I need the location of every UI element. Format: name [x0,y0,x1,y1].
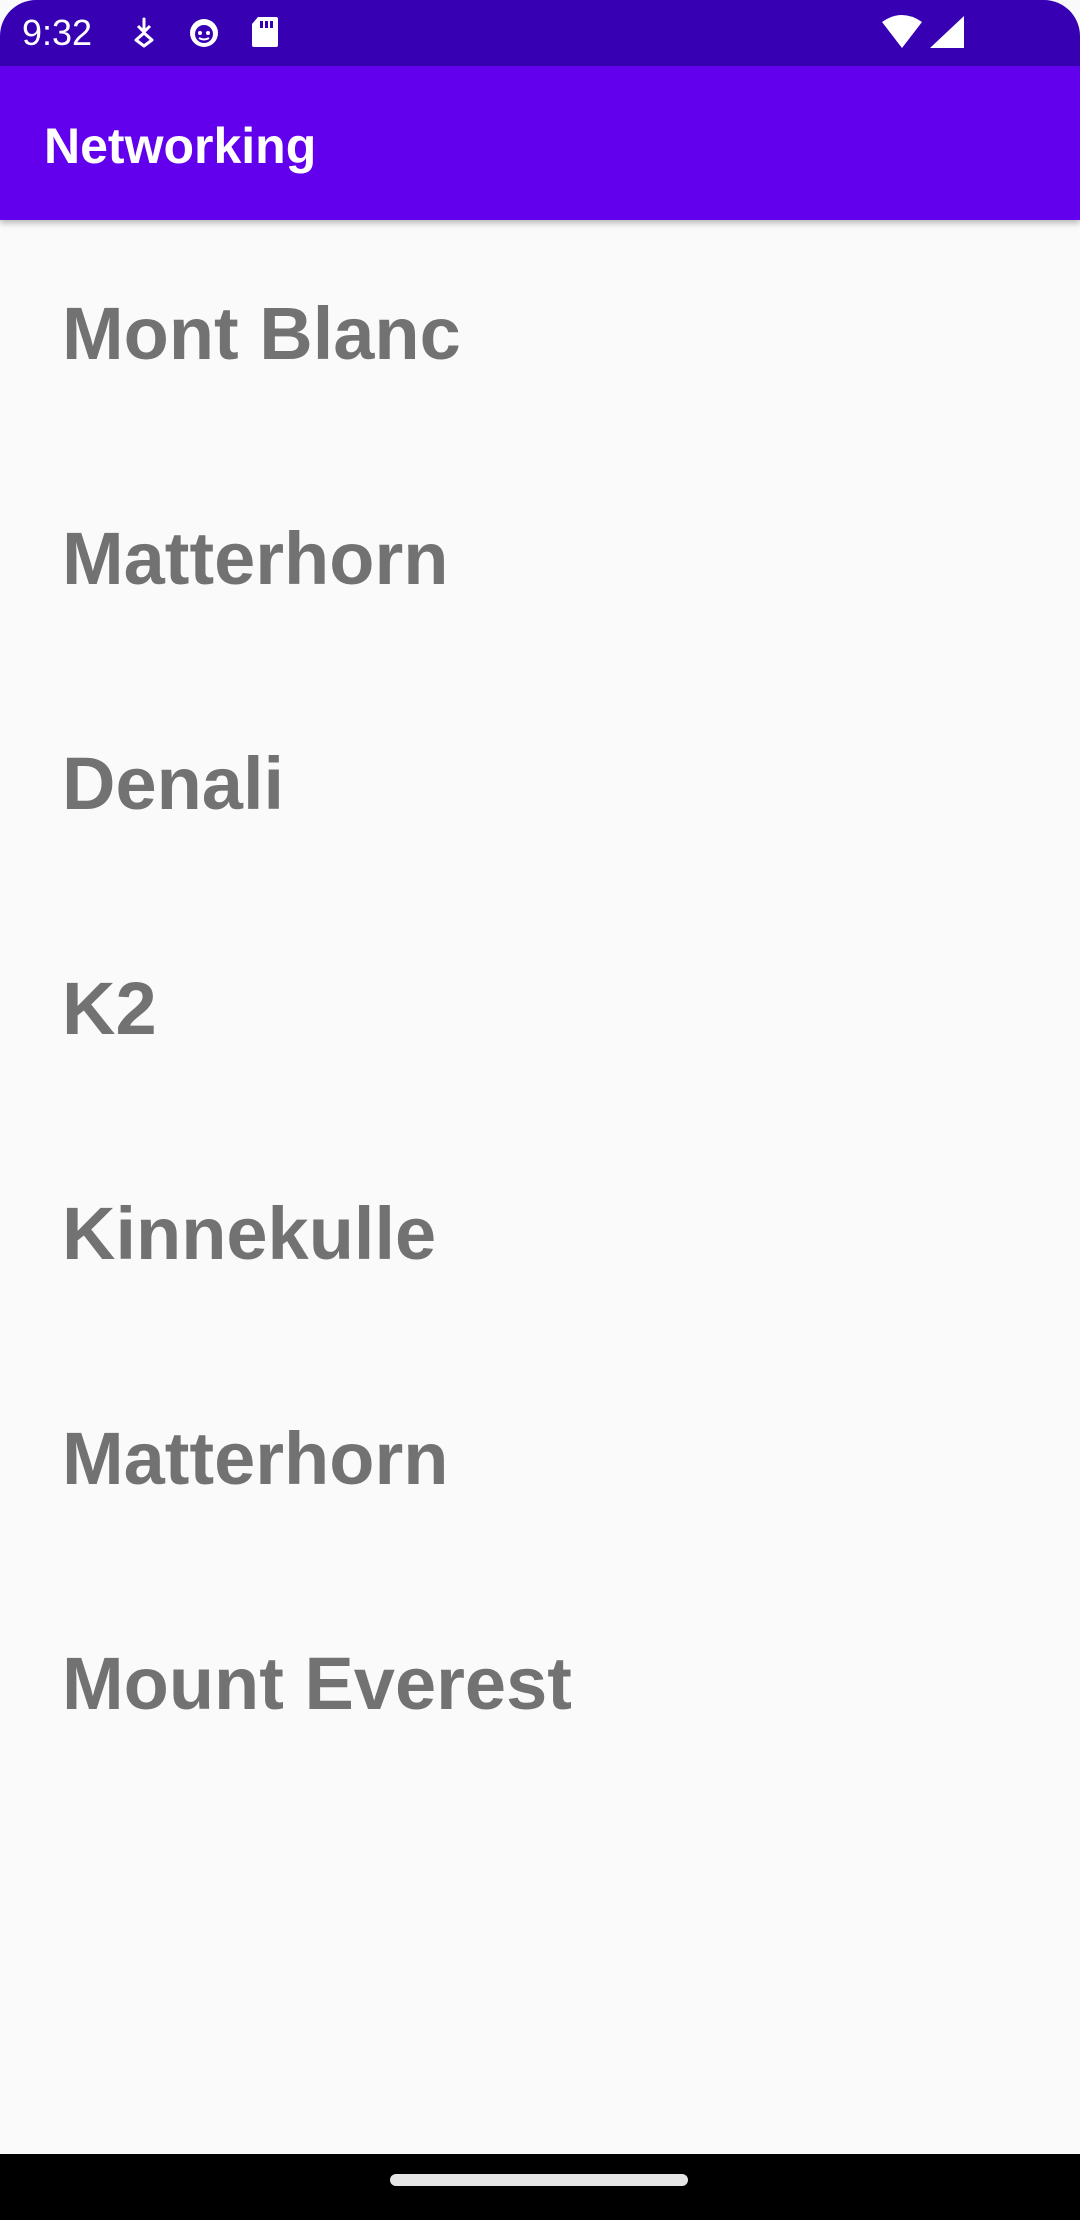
list-item-label: Mount Everest [62,1642,572,1725]
sd-card-icon [246,14,282,50]
list-item[interactable]: Mount Everest [0,1570,1080,1795]
list-item-label: Kinnekulle [62,1192,437,1275]
list-item[interactable]: Denali [0,670,1080,895]
app-title: Networking [44,118,317,174]
list-item[interactable]: Matterhorn [0,445,1080,670]
list-item[interactable]: Kinnekulle [0,1120,1080,1345]
mountain-list: Mont Blanc Matterhorn Denali K2 Kinnekul… [0,220,1080,1795]
status-time: 9:32 [22,12,93,53]
cell-signal-icon [928,14,966,50]
list-item[interactable]: K2 [0,895,1080,1120]
list-item-label: Mont Blanc [62,292,461,375]
list-item-label: Matterhorn [62,517,449,600]
list-item[interactable]: Matterhorn [0,1345,1080,1570]
list-item-label: K2 [62,967,157,1050]
download-notification-icon [126,14,162,50]
navigation-bar [0,2154,1080,2220]
list-item-label: Matterhorn [62,1417,449,1500]
android-debug-icon [186,14,222,50]
list-item[interactable]: Mont Blanc [0,220,1080,445]
app-bar: Networking [0,66,1080,220]
status-bar: 9:32 [0,0,1080,66]
home-gesture-handle[interactable] [390,2174,688,2186]
list-item-label: Denali [62,742,285,825]
app-screen: 9:32 Networking Mont Blanc Matterhorn De… [0,0,1080,2220]
wifi-icon [880,14,924,50]
